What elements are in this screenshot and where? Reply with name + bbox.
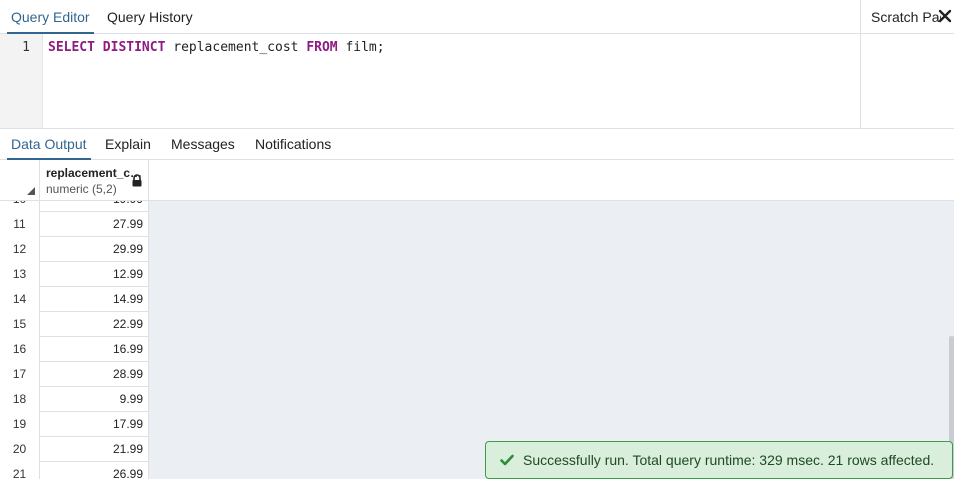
cell-replacement-cost[interactable]: 16.99 [40,337,149,362]
column-name: replacement_cost [46,166,144,180]
table-row[interactable]: 17 28.99 [0,362,149,387]
success-toast[interactable]: Successfully run. Total query runtime: 3… [485,441,953,479]
row-number[interactable]: 10 [0,201,40,212]
cell-replacement-cost[interactable]: 21.99 [40,437,149,462]
table-row[interactable]: 13 12.99 [0,262,149,287]
toast-message: Successfully run. Total query runtime: 3… [523,452,935,468]
sql-keyword: FROM [306,40,338,55]
sql-column: replacement_cost [173,40,299,55]
tab-data-output[interactable]: Data Output [7,129,91,161]
sql-table: film; [345,40,385,55]
corner-triangle-icon [27,187,35,195]
tab-explain[interactable]: Explain [101,129,155,160]
row-number[interactable]: 21 [0,462,40,479]
cell-replacement-cost[interactable]: 9.99 [40,387,149,412]
tab-query-editor[interactable]: Query Editor [7,0,94,35]
select-all-corner[interactable] [0,160,40,200]
column-type: numeric (5,2) [46,182,117,196]
result-grid[interactable]: 1019.991127.991229.991312.991414.991522.… [0,201,954,479]
line-number: 1 [22,40,30,55]
cell-replacement-cost[interactable]: 27.99 [40,212,149,237]
column-header-replacement-cost[interactable]: replacement_cost numeric (5,2) [40,160,149,200]
table-row[interactable]: 11 27.99 [0,212,149,237]
table-row[interactable]: 18 9.99 [0,387,149,412]
cell-replacement-cost[interactable]: 22.99 [40,312,149,337]
table-row[interactable]: 21 26.99 [0,462,149,479]
row-number[interactable]: 13 [0,262,40,287]
table-row[interactable]: 12 29.99 [0,237,149,262]
row-number[interactable]: 15 [0,312,40,337]
row-number[interactable]: 11 [0,212,40,237]
scratch-pad-header: Scratch Pad [860,0,954,34]
cell-replacement-cost[interactable]: 14.99 [40,287,149,312]
row-number[interactable]: 16 [0,337,40,362]
table-row[interactable]: 16 16.99 [0,337,149,362]
table-row[interactable]: 1019.99 [0,201,149,212]
row-number[interactable]: 17 [0,362,40,387]
tab-messages[interactable]: Messages [167,129,239,160]
row-number[interactable]: 19 [0,412,40,437]
cell-replacement-cost[interactable]: 29.99 [40,237,149,262]
row-number[interactable]: 14 [0,287,40,312]
grid-header: replacement_cost numeric (5,2) [0,160,954,201]
output-tab-bar: Data Output Explain Messages Notificatio… [0,129,954,161]
table-row[interactable]: 19 17.99 [0,412,149,437]
table-row[interactable]: 14 14.99 [0,287,149,312]
scratch-pad-title: Scratch Pad [871,9,941,25]
editor-tab-bar: Query Editor Query History [0,0,860,35]
tab-notifications[interactable]: Notifications [251,129,335,160]
sql-code-line[interactable]: SELECT DISTINCT replacement_cost FROM fi… [48,40,385,55]
close-icon[interactable] [938,9,952,23]
cell-replacement-cost[interactable]: 19.99 [40,201,149,212]
cell-replacement-cost[interactable]: 28.99 [40,362,149,387]
grid-rows: 1019.991127.991229.991312.991414.991522.… [0,201,149,479]
row-number[interactable]: 18 [0,387,40,412]
table-row[interactable]: 15 22.99 [0,312,149,337]
line-gutter: 1 [0,34,43,128]
sql-editor[interactable]: 1 SELECT DISTINCT replacement_cost FROM … [0,34,860,128]
lock-icon [132,174,142,187]
sql-keyword: DISTINCT [102,40,166,55]
cell-replacement-cost[interactable]: 12.99 [40,262,149,287]
scratch-pad-area[interactable] [860,34,954,128]
row-number[interactable]: 20 [0,437,40,462]
checkmark-icon [500,454,514,466]
cell-replacement-cost[interactable]: 17.99 [40,412,149,437]
table-row[interactable]: 20 21.99 [0,437,149,462]
tab-query-history[interactable]: Query History [103,0,197,34]
sql-keyword: SELECT [48,40,95,55]
row-number[interactable]: 12 [0,237,40,262]
cell-replacement-cost[interactable]: 26.99 [40,462,149,479]
